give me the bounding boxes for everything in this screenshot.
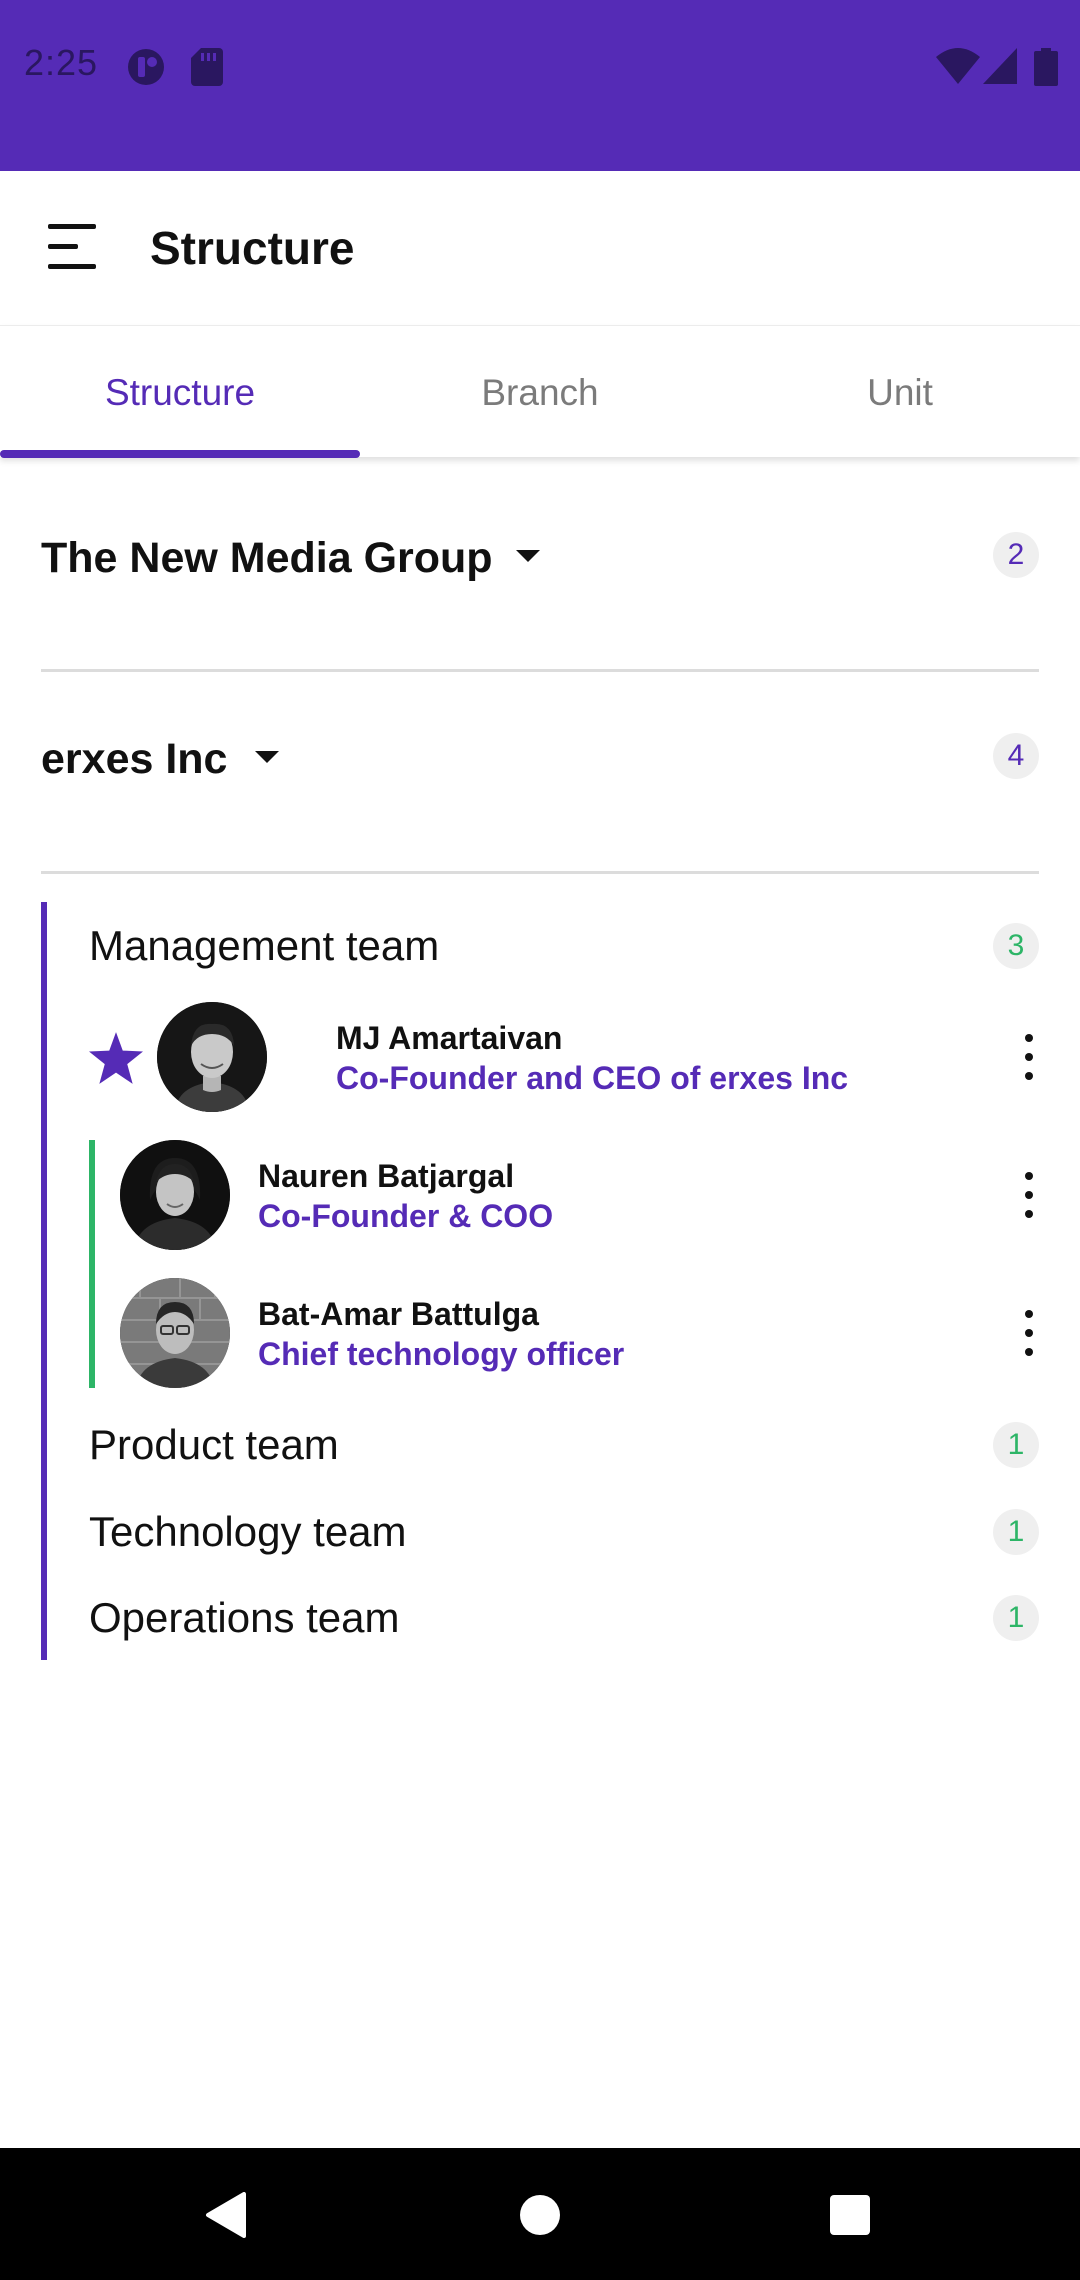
more-options-icon[interactable]	[1019, 1032, 1039, 1082]
member-role: Co-Founder and CEO of erxes Inc	[336, 1060, 849, 1096]
group-row-new-media[interactable]: The New Media Group 2	[41, 457, 1039, 657]
home-icon[interactable]	[519, 2194, 561, 2241]
tab-branch[interactable]: Branch	[360, 326, 720, 458]
battery-icon	[1034, 48, 1058, 91]
member-row[interactable]: Bat-Amar Battulga Chief technology offic…	[120, 1278, 1039, 1388]
tab-bar: Structure Branch Unit	[0, 325, 1080, 458]
member-name: Nauren Batjargal	[258, 1158, 515, 1194]
tree-line	[41, 902, 47, 1660]
page-title: Structure	[150, 222, 355, 274]
app-indicator-icon	[127, 48, 165, 91]
tree-line-green	[89, 1140, 95, 1388]
tab-structure[interactable]: Structure	[0, 326, 360, 458]
caret-down-icon[interactable]	[255, 751, 279, 763]
status-time: 2:25	[24, 42, 99, 83]
member-role: Co-Founder & COO	[258, 1198, 554, 1234]
avatar	[120, 1140, 230, 1250]
count-badge: 3	[993, 923, 1039, 969]
team-label-product[interactable]: Product team	[89, 1421, 339, 1469]
avatar	[157, 1002, 267, 1112]
team-label-operations[interactable]: Operations team	[89, 1594, 400, 1642]
hamburger-menu-icon[interactable]	[44, 219, 100, 275]
count-badge: 1	[993, 1422, 1039, 1468]
count-badge: 2	[993, 532, 1039, 578]
group-name: The New Media Group	[41, 534, 493, 582]
star-icon	[89, 1032, 143, 1089]
sd-card-icon	[191, 48, 223, 91]
team-label-technology[interactable]: Technology team	[89, 1508, 407, 1556]
signal-icon	[983, 48, 1017, 89]
team-subtree: Management team 3 MJ Amartaivan Co-Found…	[41, 902, 1039, 1660]
count-badge: 1	[993, 1595, 1039, 1641]
tab-unit[interactable]: Unit	[720, 326, 1080, 458]
wifi-icon	[936, 48, 980, 89]
status-bar: 2:25	[0, 0, 1080, 171]
group-name: erxes Inc	[41, 735, 228, 783]
member-row[interactable]: MJ Amartaivan Co-Founder and CEO of erxe…	[89, 1002, 1039, 1112]
back-icon[interactable]	[204, 2192, 246, 2243]
app-bar: Structure	[0, 171, 1080, 325]
avatar	[120, 1278, 230, 1388]
navigation-bar	[0, 2148, 1080, 2280]
caret-down-icon[interactable]	[516, 550, 540, 562]
recents-icon[interactable]	[829, 2194, 871, 2241]
more-options-icon[interactable]	[1019, 1308, 1039, 1358]
count-badge: 1	[993, 1509, 1039, 1555]
count-badge: 4	[993, 733, 1039, 779]
member-row[interactable]: Nauren Batjargal Co-Founder & COO	[120, 1140, 1039, 1250]
member-name: MJ Amartaivan	[336, 1020, 563, 1056]
member-name: Bat-Amar Battulga	[258, 1296, 539, 1332]
team-label-management[interactable]: Management team	[89, 922, 439, 970]
member-role: Chief technology officer	[258, 1336, 625, 1372]
group-row-erxes[interactable]: erxes Inc 4	[41, 672, 1039, 872]
divider	[41, 871, 1039, 874]
more-options-icon[interactable]	[1019, 1170, 1039, 1220]
